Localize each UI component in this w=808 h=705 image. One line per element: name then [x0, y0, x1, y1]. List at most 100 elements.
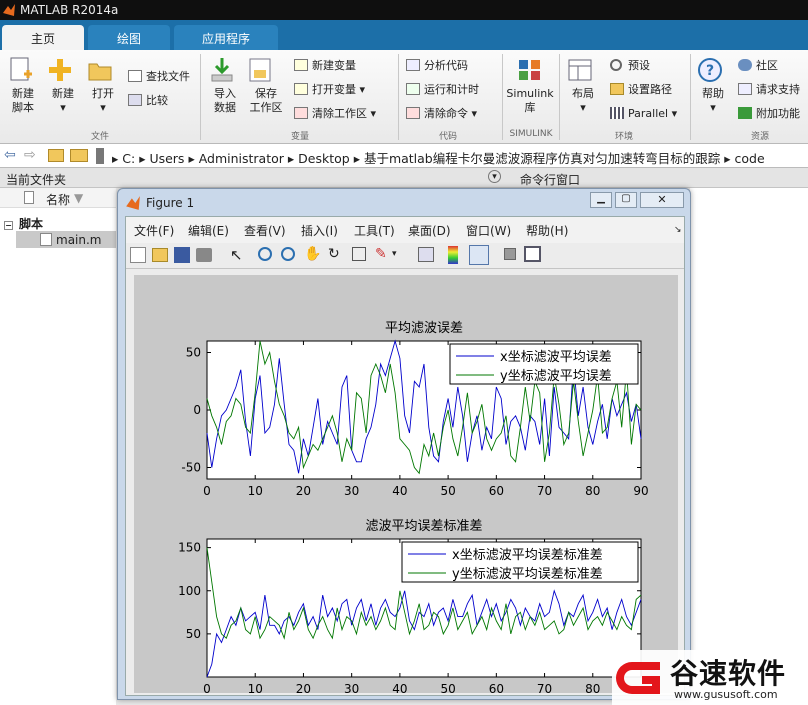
link-plot-icon[interactable]: [418, 247, 434, 262]
clear-workspace-button[interactable]: 清除工作区 ▾: [294, 107, 376, 121]
open-variable-button[interactable]: 打开变量 ▾: [294, 83, 365, 97]
up-folder-icon[interactable]: [48, 149, 64, 162]
open-label: 打开: [92, 87, 114, 100]
add-ons-button[interactable]: 附加功能: [738, 107, 800, 121]
open-file-icon[interactable]: [152, 248, 168, 262]
list-item[interactable]: − 脚本: [4, 215, 43, 232]
menu-file[interactable]: 文件(F): [134, 222, 174, 239]
tab-plots[interactable]: 绘图: [88, 25, 170, 50]
back-arrow-icon[interactable]: ⇦: [4, 147, 16, 163]
browse-folder-icon[interactable]: [70, 149, 88, 162]
open-button[interactable]: 打开 ▾: [86, 56, 120, 115]
panel-menu-icon[interactable]: ▾: [488, 170, 501, 183]
dock-arrow-icon[interactable]: ↘: [674, 225, 682, 235]
print-icon[interactable]: [196, 248, 212, 262]
pan-hand-icon[interactable]: ✋: [304, 246, 321, 262]
chart-title: 平均滤波误差: [385, 321, 463, 336]
breadcrumb-item[interactable]: Desktop: [298, 151, 350, 166]
set-path-icon: [610, 83, 624, 95]
request-support-button[interactable]: 请求支持: [738, 83, 800, 97]
zoom-out-icon[interactable]: [281, 247, 295, 261]
legend-icon[interactable]: [469, 245, 489, 265]
compare-icon: [128, 94, 142, 106]
brush-icon[interactable]: ✎: [375, 246, 387, 262]
run-and-time-label: 运行和计时: [424, 83, 479, 96]
list-item[interactable]: main.m: [16, 231, 116, 248]
new-script-button[interactable]: 新建 脚本: [6, 56, 40, 115]
brand-logo: [616, 662, 660, 694]
maximize-icon[interactable]: ▢: [615, 192, 637, 208]
minimize-icon[interactable]: ▁: [590, 192, 612, 208]
new-label: 新建: [52, 87, 74, 100]
help-button[interactable]: ? 帮助 ▾: [696, 56, 730, 115]
import-data-button[interactable]: 导入 数据: [208, 56, 242, 115]
preferences-label: 预设: [628, 59, 650, 72]
menu-help[interactable]: 帮助(H): [526, 222, 568, 239]
compare-button[interactable]: 比较: [128, 94, 168, 108]
menu-edit[interactable]: 编辑(E): [188, 222, 229, 239]
tab-home[interactable]: 主页: [2, 25, 84, 50]
breadcrumb-item[interactable]: code: [734, 151, 764, 166]
zoom-in-icon[interactable]: [258, 247, 272, 261]
breadcrumb-separator: ▸: [724, 151, 735, 166]
help-icon: ?: [698, 58, 722, 82]
menu-insert[interactable]: 插入(I): [301, 222, 338, 239]
file-label: main.m: [56, 233, 102, 247]
breadcrumb-item[interactable]: Administrator: [199, 151, 284, 166]
breadcrumb-separator: ▸: [139, 151, 150, 166]
x-tick-label: 30: [344, 682, 359, 693]
x-tick-label: 40: [392, 484, 407, 498]
save-workspace-icon: [249, 58, 271, 82]
show-plot-tools-icon[interactable]: [524, 246, 541, 262]
breadcrumb-item[interactable]: 基于matlab编程卡尔曼滤波源程序仿真对匀加速转弯目标的跟踪: [364, 151, 720, 166]
set-path-button[interactable]: 设置路径: [610, 83, 672, 97]
chart-title: 滤波平均误差标准差: [365, 519, 482, 534]
figure-window: Figure 1 ▁ ▢ ✕ 文件(F) 编辑(E) 查看(V) 插入(I) 工…: [117, 188, 691, 700]
x-tick-label: 80: [585, 484, 600, 498]
menu-view[interactable]: 查看(V): [244, 222, 286, 239]
pointer-icon[interactable]: ↖: [230, 246, 243, 264]
clear-commands-button[interactable]: 清除命令 ▾: [406, 107, 477, 121]
x-tick-label: 0: [203, 682, 211, 693]
hide-plot-tools-icon[interactable]: [504, 248, 516, 260]
forward-arrow-icon[interactable]: ⇨: [24, 147, 36, 163]
command-window-panel[interactable]: [690, 188, 808, 705]
breadcrumb-item[interactable]: Users: [149, 151, 184, 166]
plot-canvas: 平均滤波误差 0 10 20 30 40 50 60 70 80 90 -50 0 50 x坐标滤波平均误差…: [134, 275, 678, 696]
data-cursor-icon[interactable]: [352, 247, 366, 261]
analyze-code-button[interactable]: 分析代码: [406, 59, 468, 73]
name-column-header[interactable]: 名称: [46, 191, 70, 208]
tab-apps[interactable]: 应用程序: [174, 25, 278, 50]
save-workspace-button[interactable]: 保存 工作区: [246, 56, 286, 115]
section-file: 文件: [90, 132, 109, 142]
community-label: 社区: [756, 59, 778, 72]
menu-window[interactable]: 窗口(W): [466, 222, 511, 239]
panel-header-bar: 当前文件夹 ▾ 命令行窗口: [0, 168, 808, 188]
layout-button[interactable]: 布局 ▾: [566, 56, 600, 115]
chevron-down-icon[interactable]: ▾: [392, 249, 397, 259]
breadcrumb-item[interactable]: C:: [122, 151, 135, 166]
menu-tools[interactable]: 工具(T): [354, 222, 395, 239]
new-variable-button[interactable]: 新建变量: [294, 59, 356, 73]
y-tick-label: 50: [186, 627, 201, 641]
close-icon[interactable]: ✕: [640, 192, 684, 208]
menu-desktop[interactable]: 桌面(D): [408, 222, 451, 239]
folder-open-icon: [88, 63, 112, 81]
community-button[interactable]: 社区: [738, 59, 778, 73]
divider: [690, 54, 691, 140]
simulink-library-button[interactable]: Simulink 库: [505, 56, 555, 115]
community-icon: [738, 59, 752, 71]
preferences-button[interactable]: 预设: [610, 59, 650, 73]
request-support-icon: [738, 83, 752, 95]
rotate-icon[interactable]: ↻: [328, 246, 340, 262]
new-figure-icon[interactable]: [130, 247, 146, 263]
colorbar-icon[interactable]: [448, 246, 458, 264]
find-files-button[interactable]: 查找文件: [128, 70, 190, 84]
new-button[interactable]: 新建 ▾: [46, 56, 80, 115]
x-tick-label: 30: [344, 484, 359, 498]
run-and-time-button[interactable]: 运行和计时: [406, 83, 479, 97]
parallel-button[interactable]: Parallel ▾: [610, 107, 677, 121]
parallel-label: Parallel: [628, 107, 669, 120]
y-tick-label: 100: [178, 584, 201, 598]
save-icon[interactable]: [174, 247, 190, 263]
